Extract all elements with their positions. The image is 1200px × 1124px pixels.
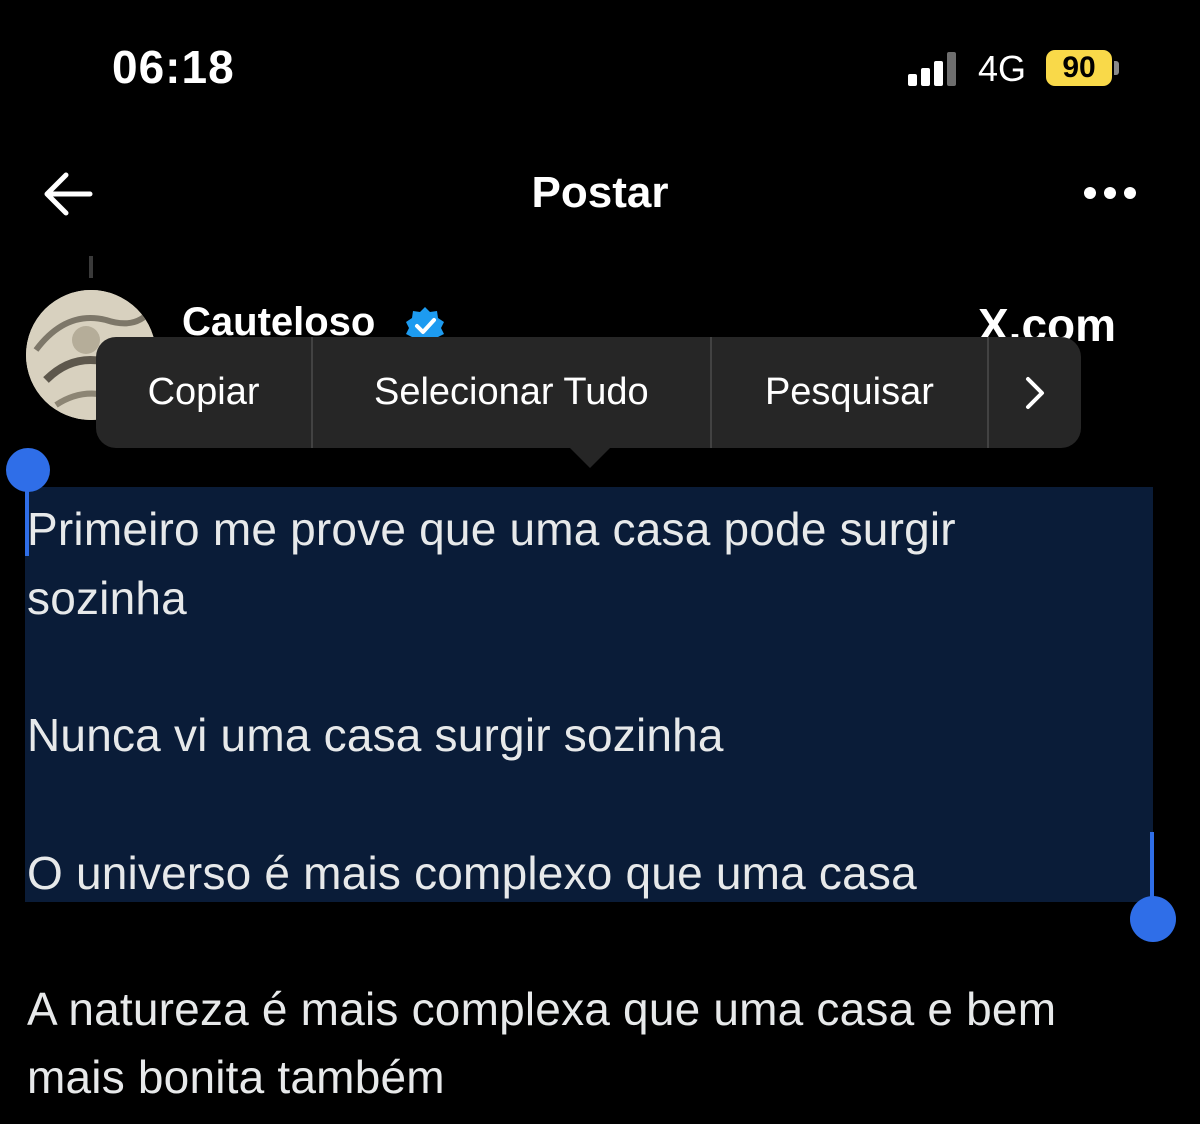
network-type: 4G: [978, 48, 1027, 89]
page-title: Postar: [531, 168, 669, 217]
post-text-line[interactable]: O universo é mais complexo que uma casa: [27, 846, 917, 900]
battery-tip: [1114, 61, 1119, 75]
post-text-line[interactable]: sozinha: [27, 571, 187, 625]
post-text-line[interactable]: Nunca vi uma casa surgir sozinha: [27, 708, 724, 762]
menu-next-button[interactable]: [989, 337, 1081, 448]
post-text-line[interactable]: Primeiro me prove que uma casa pode surg…: [27, 502, 956, 556]
menu-pointer: [568, 446, 612, 468]
post-text-line[interactable]: A natureza é mais complexa que uma casa …: [27, 982, 1056, 1036]
post-text-line[interactable]: mais bonita também: [27, 1050, 445, 1104]
menu-item-label: Pesquisar: [764, 371, 934, 413]
menu-item-copy[interactable]: Copiar: [96, 337, 314, 448]
more-horizontal-icon: [1084, 187, 1136, 199]
chevron-right-icon: [1026, 376, 1045, 409]
menu-item-label: Copiar: [147, 371, 260, 413]
menu-item-select-all[interactable]: Selecionar Tudo: [313, 337, 712, 448]
status-time: 06:18: [112, 41, 235, 93]
battery-level: 90: [1062, 51, 1096, 84]
back-button[interactable]: [40, 166, 96, 222]
menu-item-label: Selecionar Tudo: [373, 371, 649, 413]
selection-end-handle[interactable]: [1130, 896, 1176, 942]
more-button[interactable]: [1080, 180, 1140, 206]
menu-item-search[interactable]: Pesquisar: [712, 337, 990, 448]
selection-start-handle[interactable]: [6, 448, 50, 492]
text-context-menu: Copiar Selecionar Tudo Pesquisar: [96, 337, 1081, 448]
battery-icon: 90: [1046, 50, 1112, 86]
arrow-left-icon: [44, 172, 93, 216]
cellular-signal-icon: [908, 50, 964, 86]
thread-connector: [89, 256, 93, 278]
